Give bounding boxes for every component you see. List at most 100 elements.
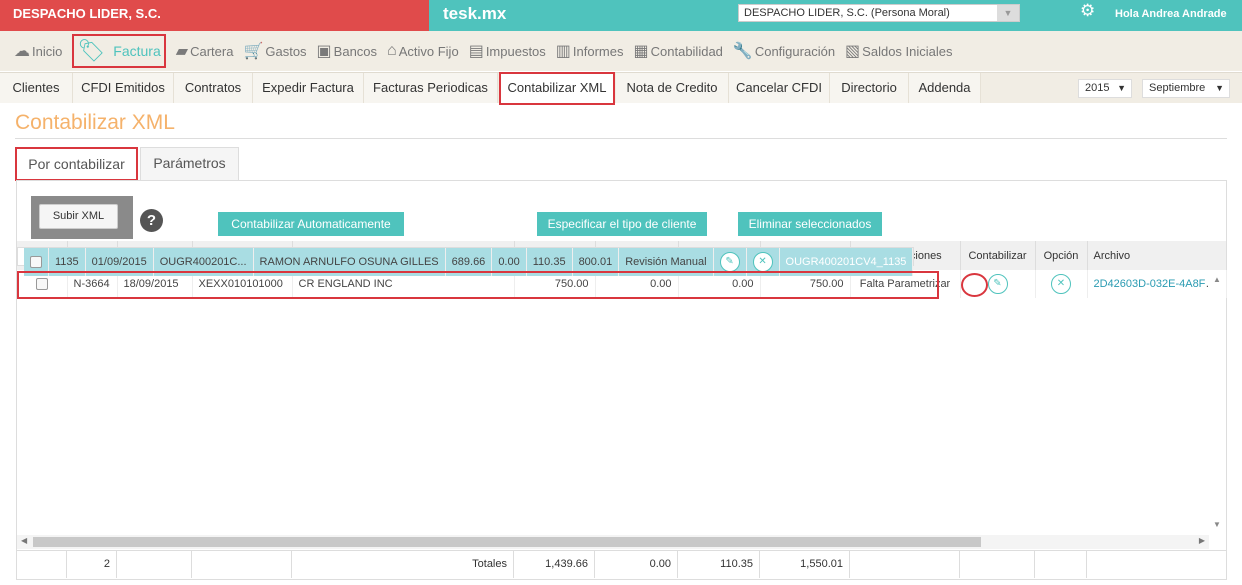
month-select[interactable]: Septiembre ▼ xyxy=(1142,79,1230,98)
module-label: Informes xyxy=(572,43,624,59)
cart-icon: 🛒 xyxy=(243,43,264,60)
module-informes[interactable]: ▥ Informes xyxy=(556,33,624,69)
company-name: DESPACHO LIDER, S.C. xyxy=(0,0,429,31)
contabilizar-highlight xyxy=(961,273,988,297)
close-icon[interactable]: ✕ xyxy=(752,252,773,272)
subnav-nota-de-credito[interactable]: Nota de Credito xyxy=(616,73,729,103)
module-activo-fijo[interactable]: ⌂ Activo Fijo xyxy=(387,33,459,69)
month-value: Septiembre xyxy=(1149,82,1206,94)
totals-count: 2 xyxy=(67,551,117,578)
module-contabilidad[interactable]: ▦ Contabilidad xyxy=(634,33,723,69)
totals-row: 2 Totales 1,439.66 0.00 110.35 1,550.01 xyxy=(17,550,1226,578)
chart-icon: ▦ xyxy=(633,43,649,60)
scroll-right-icon[interactable]: ▶ xyxy=(1199,536,1205,545)
wallet-icon: ▰ xyxy=(175,43,189,60)
close-icon[interactable]: ✕ xyxy=(1051,274,1071,294)
col-archivo[interactable]: Archivo xyxy=(1087,241,1227,270)
module-inicio[interactable]: ☁ Inicio xyxy=(14,33,62,69)
pencil-icon[interactable]: ✎ xyxy=(719,252,740,272)
client-type-button[interactable]: Especificar el tipo de cliente xyxy=(537,212,707,236)
module-label: Saldos Iniciales xyxy=(862,43,953,59)
chevron-down-icon: ▼ xyxy=(1117,83,1126,93)
company-select[interactable]: DESPACHO LIDER, S.C. (Persona Moral) ▼ xyxy=(738,4,1020,22)
totals-spacer xyxy=(850,551,960,578)
auto-contabilizar-button[interactable]: Contabilizar Automaticamente xyxy=(218,212,404,236)
module-saldos-iniciales[interactable]: ▧ Saldos Iniciales xyxy=(845,33,952,69)
title-divider xyxy=(15,138,1227,139)
totals-spacer xyxy=(117,551,192,578)
module-label: Contabilidad xyxy=(650,43,723,59)
col-opcion[interactable]: Opción xyxy=(1035,241,1088,270)
module-label: Cartera xyxy=(190,43,234,59)
top-bar: DESPACHO LIDER, S.C. tesk.mx DESPACHO LI… xyxy=(0,0,1242,31)
module-label: Activo Fijo xyxy=(398,43,459,59)
totals-spacer xyxy=(960,551,1035,578)
subnav-cancelar-cfdi[interactable]: Cancelar CFDI xyxy=(729,73,830,103)
safe-icon: ▣ xyxy=(316,43,332,60)
totals-spacer xyxy=(192,551,292,578)
totals-total: 1,550.01 xyxy=(760,551,850,578)
scroll-left-icon[interactable]: ◀ xyxy=(21,536,27,545)
row-checkbox[interactable] xyxy=(30,255,42,268)
wrench-icon: 🔧 xyxy=(732,43,753,60)
pencil-icon[interactable]: ✎ xyxy=(987,274,1008,294)
module-impuestos[interactable]: ▤ Impuestos xyxy=(469,33,546,69)
module-configuracion[interactable]: 🔧 Configuración xyxy=(733,33,835,69)
module-gastos[interactable]: 🛒 Gastos xyxy=(243,33,306,69)
delete-selected-button[interactable]: Eliminar seleccionados xyxy=(738,212,882,236)
subnav-contratos[interactable]: Contratos xyxy=(174,73,253,103)
page-title: Contabilizar XML xyxy=(15,111,175,134)
year-select[interactable]: 2015 ▼ xyxy=(1078,79,1132,98)
module-label: Bancos xyxy=(333,43,378,59)
content-panel xyxy=(16,180,1227,580)
tag-icon: 🏷 xyxy=(77,38,106,63)
year-value: 2015 xyxy=(1085,82,1110,94)
user-greeting[interactable]: Hola Andrea Andrade xyxy=(1115,8,1227,20)
briefcase-icon: ▤ xyxy=(468,43,484,60)
house-icon: ⌂ xyxy=(387,42,397,59)
subnav-directorio[interactable]: Directorio xyxy=(830,73,909,103)
module-label: Gastos xyxy=(265,43,307,59)
module-label: Impuestos xyxy=(485,43,546,59)
vertical-scrollbar[interactable]: ▲ ▼ xyxy=(1209,270,1226,535)
totals-iva: 110.35 xyxy=(678,551,760,578)
module-factura[interactable]: 🏷 Factura xyxy=(72,34,166,68)
subnav-facturas-periodicas[interactable]: Facturas Periodicas xyxy=(364,73,498,103)
selected-row-highlight xyxy=(17,271,939,299)
scroll-down-icon[interactable]: ▼ xyxy=(1213,520,1221,529)
scroll-up-icon[interactable]: ▲ xyxy=(1213,275,1221,284)
totals-spacer xyxy=(1035,551,1087,578)
tab-por-contabilizar[interactable]: Por contabilizar xyxy=(15,147,138,181)
gear-icon[interactable]: ⚙ xyxy=(1080,1,1095,21)
archivo-link[interactable]: 2D42603D-032E-4A8F-89CC xyxy=(1094,278,1226,290)
archivo-link[interactable]: OUGR400201CV4_1135 xyxy=(786,256,907,268)
tab-parametros[interactable]: Parámetros xyxy=(140,147,239,180)
help-icon[interactable]: ? xyxy=(140,209,163,232)
totals-label: Totales xyxy=(292,551,514,578)
module-label: Inicio xyxy=(32,43,63,59)
totals-spacer xyxy=(17,551,67,578)
brand-logo: tesk.mx xyxy=(443,4,507,23)
module-label: Configuración xyxy=(754,43,836,59)
chevron-down-icon: ▼ xyxy=(1215,83,1224,93)
subnav-addenda[interactable]: Addenda xyxy=(909,73,981,103)
header-right: tesk.mx DESPACHO LIDER, S.C. (Persona Mo… xyxy=(429,0,1242,31)
cell-opcion: ✕ xyxy=(1035,270,1088,298)
subnav-clientes[interactable]: Clientes xyxy=(0,73,73,103)
module-bancos[interactable]: ▣ Bancos xyxy=(317,33,378,69)
cloud-icon: ☁ xyxy=(14,43,30,60)
upload-xml-button[interactable]: Subir XML xyxy=(39,204,118,229)
module-cartera[interactable]: ▰ Cartera xyxy=(176,33,234,69)
subnav-contabilizar-xml[interactable]: Contabilizar XML xyxy=(499,72,615,105)
scroll-thumb[interactable] xyxy=(33,537,981,547)
col-contabilizar[interactable]: Contabilizar xyxy=(960,241,1036,270)
company-select-value: DESPACHO LIDER, S.C. (Persona Moral) xyxy=(744,7,950,19)
module-nav: ☁ Inicio 🏷 Factura ▰ Cartera 🛒 Gastos ▣ Banco… xyxy=(0,31,1242,71)
chevron-down-icon: ▼ xyxy=(997,5,1019,21)
subnav-expedir-factura[interactable]: Expedir Factura xyxy=(253,73,364,103)
subnav-cfdi-emitidos[interactable]: CFDI Emitidos xyxy=(73,73,174,103)
table-row[interactable]: 1135 01/09/2015 OUGR400201C... RAMON ARN… xyxy=(17,247,915,276)
horizontal-scrollbar[interactable]: ◀ ▶ xyxy=(17,535,1209,549)
totals-dscto: 0.00 xyxy=(595,551,678,578)
totals-importe: 1,439.66 xyxy=(514,551,595,578)
